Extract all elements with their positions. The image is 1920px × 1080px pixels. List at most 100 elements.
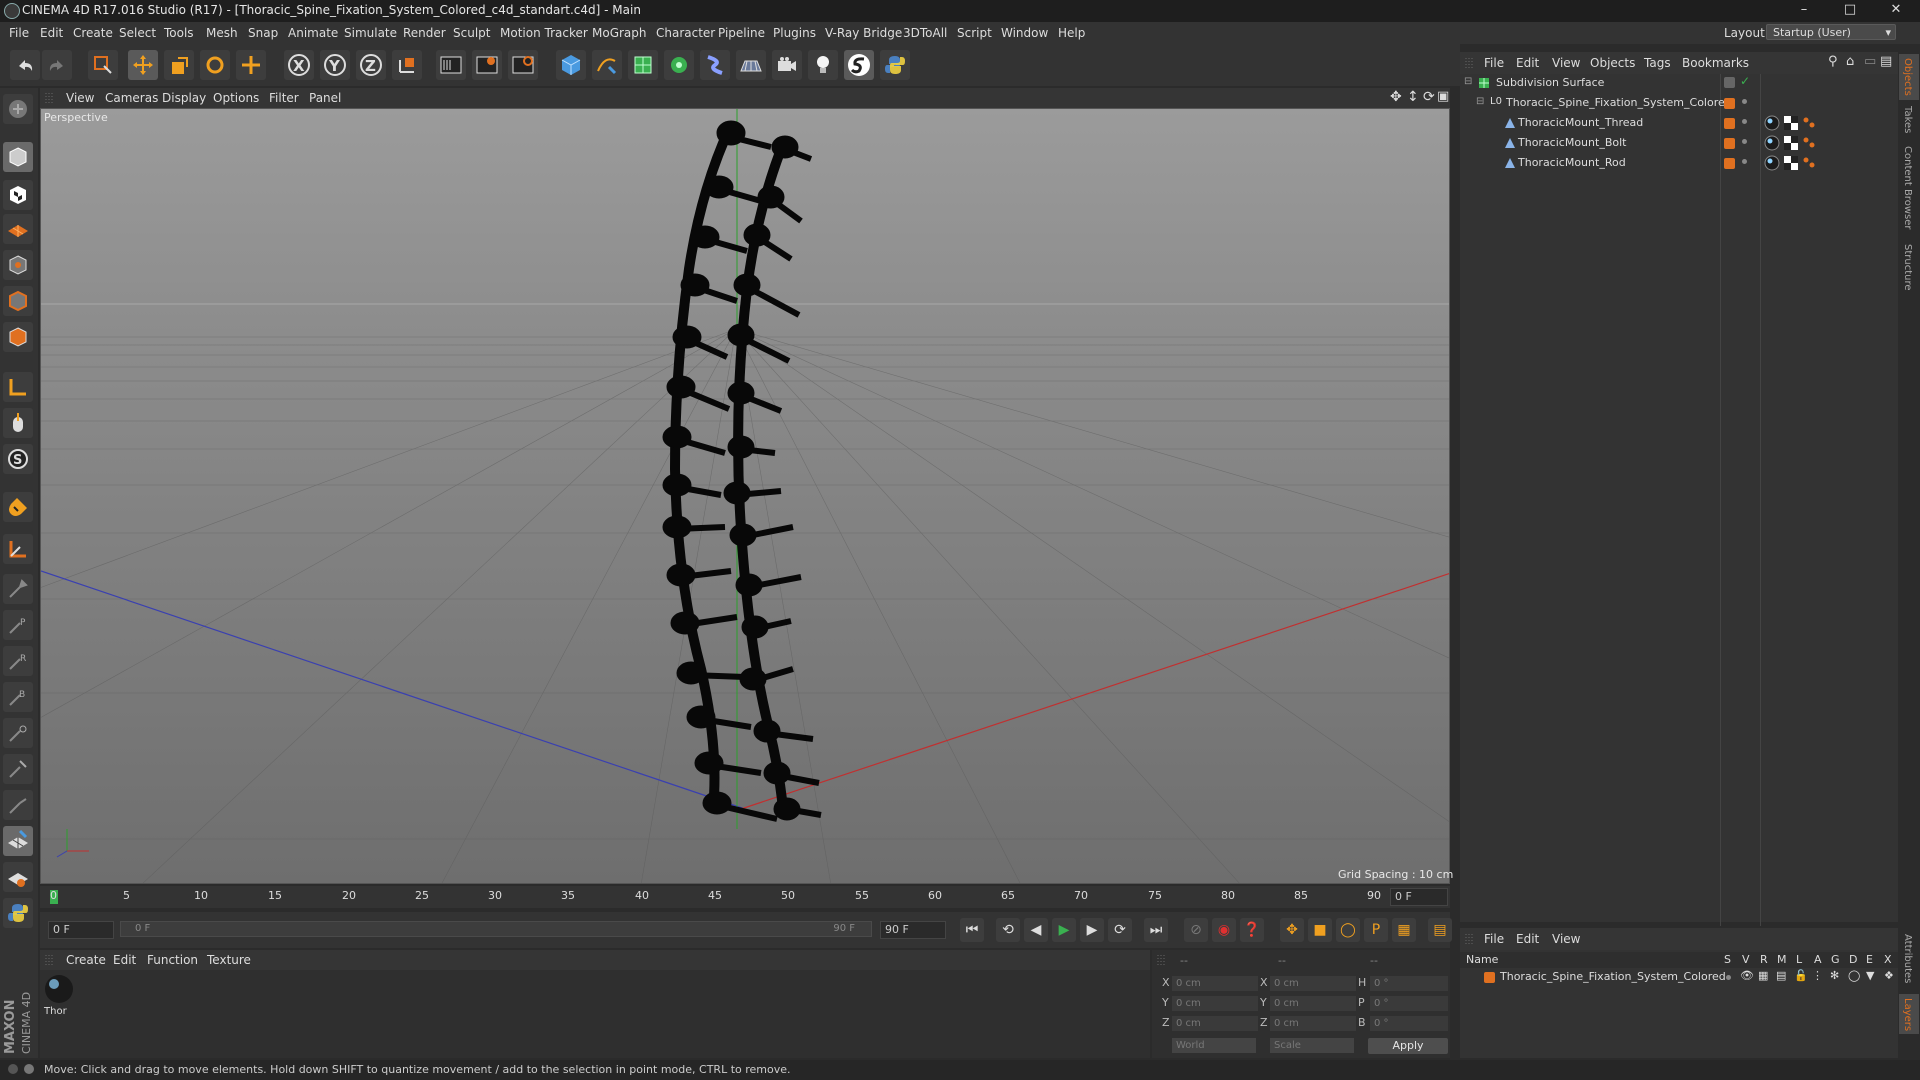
subdivision-surface-icon[interactable] <box>628 50 658 80</box>
end-frame-field[interactable]: 90 F <box>880 921 946 939</box>
timeline-ruler[interactable]: 0 5 10 15 20 25 30 35 40 45 50 55 60 65 … <box>40 886 1450 908</box>
floor-scene-icon[interactable] <box>736 50 766 80</box>
menu-window[interactable]: Window <box>1001 26 1048 40</box>
viewport-pan-icon[interactable]: ✥ <box>1390 89 1402 105</box>
object-row-thread[interactable]: ThoracicMount_Thread <box>1460 114 1898 133</box>
collapse-toggle-icon[interactable]: ⊟ <box>1464 76 1472 87</box>
object-row-thoracic-spine[interactable]: ⊟ L0 Thoracic_Spine_Fixation_System_Colo… <box>1460 94 1898 113</box>
menu-simulate[interactable]: Simulate <box>344 26 397 40</box>
menu-pipeline[interactable]: Pipeline <box>718 26 765 40</box>
new-view-icon[interactable]: ▭ <box>1864 54 1876 69</box>
python-script-icon[interactable] <box>3 898 33 928</box>
object-row-subdivision-surface[interactable]: ⊟ Subdivision Surface ✓ <box>1460 74 1898 93</box>
viewport-menu-view[interactable]: View <box>66 91 94 105</box>
sculpt-inflate-icon[interactable]: B <box>3 682 33 712</box>
visibility-dot-icon[interactable] <box>1742 159 1747 164</box>
objects-menu-objects[interactable]: Objects <box>1590 56 1635 70</box>
go-to-end-icon[interactable]: ⏭ <box>1144 918 1168 942</box>
light-icon[interactable] <box>808 50 838 80</box>
material-menu-function[interactable]: Function <box>147 953 198 967</box>
layout-dropdown[interactable]: Startup (User) ▾ <box>1766 24 1896 40</box>
python-icon[interactable] <box>880 50 910 80</box>
menu-mograph[interactable]: MoGraph <box>592 26 647 40</box>
size-y-field[interactable]: 0 cm <box>1270 996 1356 1011</box>
key-scale-icon[interactable]: ■ <box>1308 918 1332 942</box>
menu-character[interactable]: Character <box>656 26 715 40</box>
points-mode-icon[interactable] <box>3 250 33 280</box>
z-axis-lock-icon[interactable]: Z <box>356 50 386 80</box>
view-toggle-icon[interactable]: 👁 <box>1740 969 1754 982</box>
timeline-layout-icon[interactable]: ▤ <box>1428 918 1452 942</box>
redo-icon[interactable] <box>42 50 72 80</box>
menu-vray-bridge[interactable]: V-Ray Bridge <box>825 26 902 40</box>
phong-tag-icon[interactable] <box>1802 156 1816 170</box>
axis-mode-icon[interactable] <box>3 372 33 402</box>
material-item[interactable]: Thor <box>44 974 74 1018</box>
render-picture-viewer-icon[interactable] <box>472 50 502 80</box>
viewport-menu-display[interactable]: Display <box>162 91 206 105</box>
search-icon[interactable]: ⚲ <box>1828 54 1838 69</box>
3d-viewport[interactable] <box>40 108 1450 884</box>
menu-mesh[interactable]: Mesh <box>206 26 238 40</box>
viewport-zoom-icon[interactable]: ↕ <box>1407 89 1419 105</box>
polygon-pen-icon[interactable] <box>3 862 33 892</box>
key-position-icon[interactable]: ✥ <box>1280 918 1304 942</box>
side-tab-layers[interactable]: Layers <box>1902 998 1913 1031</box>
coordinate-system-icon[interactable] <box>392 50 422 80</box>
render-settings-icon[interactable] <box>508 50 538 80</box>
current-frame-field[interactable]: 0 F <box>1390 888 1448 906</box>
viewport-maximize-icon[interactable]: ▣ <box>1437 89 1449 104</box>
key-pla-icon[interactable]: ▦ <box>1392 918 1416 942</box>
x-axis-lock-icon[interactable]: X <box>284 50 314 80</box>
objects-menu-edit[interactable]: Edit <box>1516 56 1539 70</box>
menu-file[interactable]: File <box>9 26 29 40</box>
manager-toggle-icon[interactable]: ▤ <box>1776 969 1786 982</box>
rotate-tool-icon[interactable] <box>200 50 230 80</box>
visibility-dot-icon[interactable] <box>1742 99 1747 104</box>
objects-menu-bookmarks[interactable]: Bookmarks <box>1682 56 1749 70</box>
sculpt-smooth-icon[interactable]: R <box>3 646 33 676</box>
menu-edit[interactable]: Edit <box>40 26 63 40</box>
expression-toggle-icon[interactable]: ▼ <box>1866 969 1874 982</box>
y-axis-lock-icon[interactable]: Y <box>320 50 350 80</box>
go-to-start-icon[interactable]: ⏮ <box>960 918 984 942</box>
play-icon[interactable]: ▶ <box>1052 918 1076 942</box>
visibility-dot-icon[interactable] <box>1742 119 1747 124</box>
side-tab-objects[interactable]: Objects <box>1902 58 1913 96</box>
generator-toggle-icon[interactable]: ✻ <box>1830 969 1839 982</box>
scale-tool-icon[interactable] <box>164 50 194 80</box>
render-view-icon[interactable] <box>436 50 466 80</box>
previous-frame-icon[interactable]: ◀ <box>1024 918 1048 942</box>
menu-script[interactable]: Script <box>957 26 992 40</box>
viewport-menu-filter[interactable]: Filter <box>269 91 299 105</box>
position-x-field[interactable]: 0 cm <box>1172 976 1258 991</box>
rotation-h-field[interactable]: 0 ° <box>1370 976 1448 991</box>
sculpt-knife-icon[interactable] <box>3 790 33 820</box>
menu-plugins[interactable]: Plugins <box>773 26 816 40</box>
start-frame-field[interactable]: 0 F <box>48 921 114 939</box>
layer-swatch[interactable] <box>1724 138 1735 149</box>
objects-menu-view[interactable]: View <box>1552 56 1580 70</box>
material-tag-icon[interactable] <box>1764 155 1780 171</box>
viewport-menu-panel[interactable]: Panel <box>309 91 341 105</box>
visibility-dot-icon[interactable] <box>1742 139 1747 144</box>
object-row-rod[interactable]: ThoracicMount_Rod <box>1460 154 1898 173</box>
model-mode-icon[interactable] <box>3 142 33 172</box>
phong-tag-icon[interactable] <box>1802 116 1816 130</box>
live-selection-icon[interactable] <box>88 50 118 80</box>
menu-animate[interactable]: Animate <box>288 26 338 40</box>
texture-mode-icon[interactable] <box>3 180 33 210</box>
layer-color-swatch[interactable] <box>1484 972 1495 983</box>
uvw-tag-icon[interactable] <box>1784 156 1798 170</box>
side-tab-content-browser[interactable]: Content Browser <box>1902 146 1913 229</box>
transform-tool-icon[interactable] <box>236 50 266 80</box>
frame-range-slider[interactable]: 0 F 90 F <box>120 921 872 937</box>
workplane-axis-icon[interactable] <box>3 534 33 564</box>
object-row-bolt[interactable]: ThoracicMount_Bolt <box>1460 134 1898 153</box>
lock-panel-icon[interactable]: ▤ <box>1880 54 1892 69</box>
uvw-tag-icon[interactable] <box>1784 136 1798 150</box>
size-mode-dropdown[interactable]: Scale <box>1270 1038 1354 1053</box>
record-keyframe-icon[interactable]: ◉ <box>1212 918 1236 942</box>
material-menu-create[interactable]: Create <box>66 953 106 967</box>
side-tab-attributes[interactable]: Attributes <box>1902 934 1913 983</box>
